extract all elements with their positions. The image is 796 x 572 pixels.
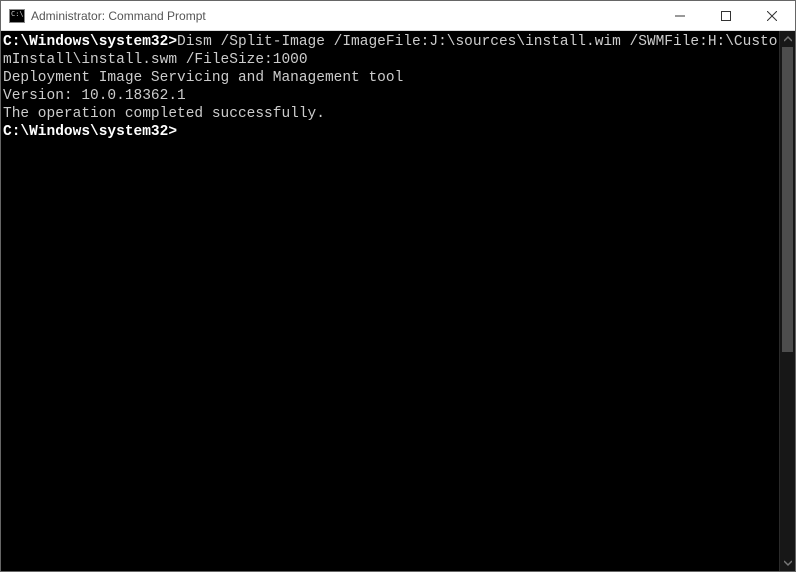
minimize-button[interactable] <box>657 1 703 30</box>
chevron-up-icon <box>784 35 792 43</box>
terminal[interactable]: C:\Windows\system32>Dism /Split-Image /I… <box>1 31 779 571</box>
cmd-icon: C:\ <box>9 9 25 23</box>
scroll-thumb[interactable] <box>782 47 793 352</box>
scroll-up-button[interactable] <box>780 31 795 47</box>
maximize-button[interactable] <box>703 1 749 30</box>
scrollbar[interactable] <box>779 31 795 571</box>
terminal-line: Deployment Image Servicing and Managemen… <box>3 69 779 87</box>
terminal-line: C:\Windows\system32>Dism /Split-Image /I… <box>3 33 779 69</box>
prompt: C:\Windows\system32> <box>3 34 177 50</box>
maximize-icon <box>721 11 731 21</box>
window-title: Administrator: Command Prompt <box>31 9 657 23</box>
scroll-track[interactable] <box>780 47 795 555</box>
window-controls <box>657 1 795 30</box>
scroll-down-button[interactable] <box>780 555 795 571</box>
terminal-line: Version: 10.0.18362.1 <box>3 87 779 105</box>
terminal-line: C:\Windows\system32> <box>3 123 779 141</box>
terminal-area: C:\Windows\system32>Dism /Split-Image /I… <box>1 31 795 571</box>
minimize-icon <box>675 11 685 21</box>
titlebar[interactable]: C:\ Administrator: Command Prompt <box>1 1 795 31</box>
prompt: C:\Windows\system32> <box>3 124 177 140</box>
chevron-down-icon <box>784 559 792 567</box>
app-icon: C:\ <box>9 8 25 24</box>
terminal-line: The operation completed successfully. <box>3 105 779 123</box>
close-icon <box>767 11 777 21</box>
command-prompt-window: C:\ Administrator: Command Prompt C:\Win… <box>0 0 796 572</box>
close-button[interactable] <box>749 1 795 30</box>
